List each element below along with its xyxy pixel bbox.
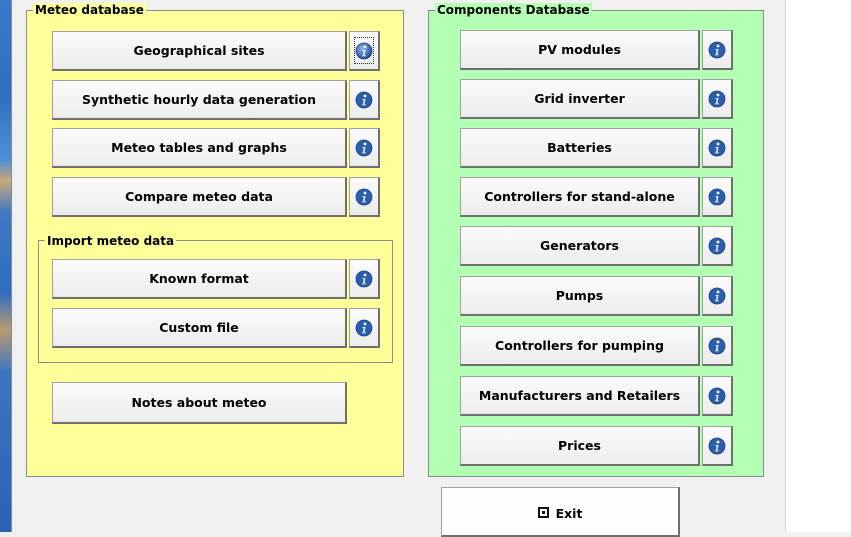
controllers-stand-alone-info-button[interactable] [702, 177, 733, 217]
manufacturers-retailers-info-button[interactable] [702, 376, 733, 416]
import-meteo-data-group: Import meteo data Known format Custom fi… [38, 234, 393, 363]
meteo-database-title: Meteo database [33, 3, 146, 17]
info-icon [355, 319, 373, 336]
exit-checkbox-icon [537, 507, 549, 518]
info-icon [708, 337, 726, 354]
exit-label: Exit [555, 506, 583, 521]
info-icon [355, 42, 373, 59]
info-icon [355, 91, 373, 108]
prices-button[interactable]: Prices [460, 426, 700, 466]
pv-modules-info-button[interactable] [702, 30, 733, 70]
info-icon [355, 139, 373, 156]
info-icon [708, 41, 726, 58]
known-format-info-button[interactable] [349, 259, 380, 299]
info-icon [355, 188, 373, 205]
geographical-sites-button[interactable]: Geographical sites [52, 31, 347, 71]
prices-info-button[interactable] [702, 426, 733, 466]
generators-info-button[interactable] [702, 226, 733, 266]
compare-meteo-data-button[interactable]: Compare meteo data [52, 177, 347, 217]
info-icon [355, 270, 373, 287]
manufacturers-retailers-button[interactable]: Manufacturers and Retailers [460, 376, 700, 416]
meteo-tables-graphs-button[interactable]: Meteo tables and graphs [52, 128, 347, 168]
pv-modules-button[interactable]: PV modules [460, 30, 700, 70]
controllers-pumping-info-button[interactable] [702, 326, 733, 366]
synthetic-hourly-data-info-button[interactable] [349, 80, 380, 120]
info-icon [708, 437, 726, 454]
controllers-pumping-button[interactable]: Controllers for pumping [460, 326, 700, 366]
components-database-group: Components Database PV modules Grid inve… [428, 3, 764, 477]
background-pane [785, 0, 851, 532]
geographical-sites-info-button[interactable] [349, 31, 380, 71]
batteries-button[interactable]: Batteries [460, 128, 700, 168]
pumps-button[interactable]: Pumps [460, 276, 700, 316]
info-icon [708, 237, 726, 254]
synthetic-hourly-data-button[interactable]: Synthetic hourly data generation [52, 80, 347, 120]
desktop-background-strip [0, 0, 12, 532]
batteries-info-button[interactable] [702, 128, 733, 168]
info-icon [708, 287, 726, 304]
import-meteo-data-title: Import meteo data [45, 234, 177, 248]
info-icon [708, 387, 726, 404]
info-icon [708, 90, 726, 107]
known-format-button[interactable]: Known format [52, 259, 347, 299]
info-icon [708, 188, 726, 205]
exit-button[interactable]: Exit [441, 487, 680, 537]
components-database-title: Components Database [435, 3, 592, 17]
notes-about-meteo-button[interactable]: Notes about meteo [52, 382, 347, 424]
meteo-tables-graphs-info-button[interactable] [349, 128, 380, 168]
generators-button[interactable]: Generators [460, 226, 700, 266]
custom-file-button[interactable]: Custom file [52, 308, 347, 348]
compare-meteo-data-info-button[interactable] [349, 177, 380, 217]
pumps-info-button[interactable] [702, 276, 733, 316]
meteo-database-group: Meteo database Geographical sites Synthe… [26, 3, 404, 477]
grid-inverter-info-button[interactable] [702, 79, 733, 119]
info-icon [708, 139, 726, 156]
custom-file-info-button[interactable] [349, 308, 380, 348]
controllers-stand-alone-button[interactable]: Controllers for stand-alone [460, 177, 700, 217]
grid-inverter-button[interactable]: Grid inverter [460, 79, 700, 119]
